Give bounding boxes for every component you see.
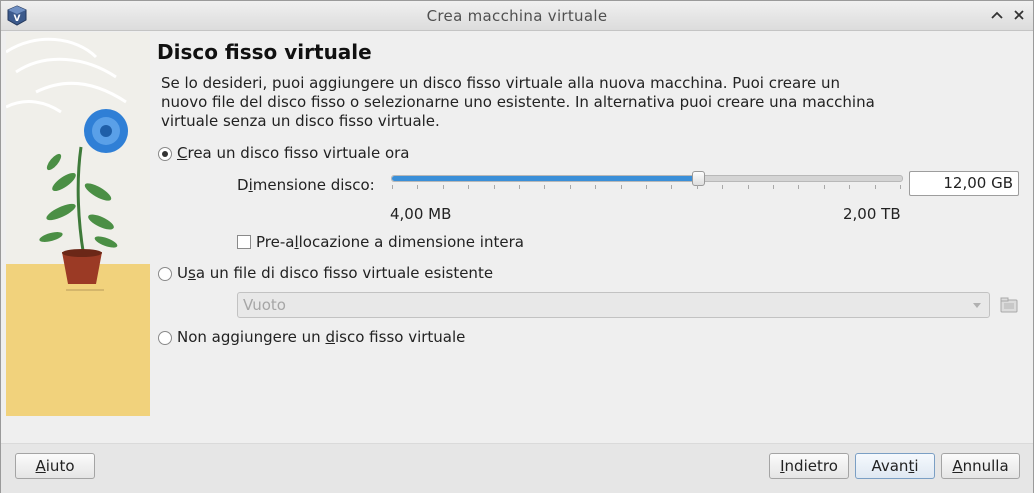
slider-tick — [874, 185, 876, 189]
slider-fill — [392, 176, 698, 181]
slider-tick — [696, 185, 698, 189]
window-title: Crea macchina virtuale — [426, 7, 608, 25]
slider-tick — [620, 185, 622, 189]
preallocate-checkbox[interactable] — [237, 235, 251, 249]
mnemonic-char: A — [35, 457, 46, 475]
dialog-window: V Crea macchina virtuale Disco fisso vir… — [0, 0, 1034, 493]
mnemonic-char: s — [187, 264, 196, 282]
slider-tick — [773, 185, 774, 189]
slider-tick — [646, 185, 647, 189]
label-text: isco fisso virtuale — [335, 328, 466, 346]
title-bar[interactable]: V Crea macchina virtuale — [1, 1, 1033, 31]
collapse-button[interactable] — [989, 7, 1005, 23]
chevron-down-icon — [973, 303, 981, 308]
slider-max-label: 2,00 TB — [843, 205, 901, 223]
slider-tick — [569, 185, 571, 189]
page-title: Disco fisso virtuale — [157, 40, 372, 64]
flower-pot-illustration — [6, 32, 150, 416]
create-disk-label[interactable]: Crea un disco fisso virtuale ora — [177, 144, 410, 162]
slider-tick — [468, 185, 470, 189]
slider-tick — [442, 185, 444, 189]
disk-size-slider[interactable] — [391, 171, 903, 186]
mnemonic-char: d — [325, 328, 335, 346]
preallocate-label[interactable]: Pre-allocazione a dimensione intera — [256, 233, 524, 251]
slider-tick — [798, 185, 800, 189]
label-text: D — [237, 176, 249, 194]
use-existing-label[interactable]: Usa un file di disco fisso virtuale esis… — [177, 264, 493, 282]
cancel-button[interactable]: Annulla — [941, 453, 1020, 479]
slider-tick — [544, 185, 546, 189]
slider-min-label: 4,00 MB — [390, 205, 452, 223]
page-description: Se lo desideri, puoi aggiungere un disco… — [161, 74, 875, 130]
chevron-up-icon — [991, 11, 1003, 19]
label-text: ndietro — [784, 457, 838, 475]
slider-tick — [493, 185, 495, 189]
select-value: Vuoto — [243, 296, 286, 314]
slider-tick — [392, 185, 393, 189]
label-text: locazione a dimensione intera — [298, 233, 524, 251]
no-disk-label[interactable]: Non aggiungere un disco fisso virtuale — [177, 328, 465, 346]
back-button[interactable]: Indietro — [769, 453, 849, 479]
label-text: Avan — [871, 457, 909, 475]
label-text: n — [962, 457, 973, 475]
slider-tick — [519, 185, 520, 189]
wizard-page: Disco fisso virtuale Se lo desideri, puo… — [1, 31, 1033, 442]
slider-tick — [417, 185, 419, 189]
label-text: rea un disco fisso virtuale ora — [187, 144, 410, 162]
help-button[interactable]: Aiuto — [15, 453, 95, 479]
slider-handle[interactable] — [692, 171, 705, 186]
label-text: U — [177, 264, 188, 282]
slider-tick — [900, 185, 901, 189]
wizard-illustration — [6, 32, 150, 416]
existing-disk-select[interactable]: Vuoto — [237, 292, 990, 318]
close-icon — [1014, 10, 1024, 20]
label-text: Non aggiungere un — [177, 328, 326, 346]
slider-tick — [671, 185, 673, 189]
slider-tick — [595, 185, 597, 189]
label-text: mensione disco: — [252, 176, 375, 194]
choose-disk-file-icon[interactable] — [999, 295, 1019, 315]
use-existing-radio[interactable] — [158, 267, 172, 281]
disk-size-label: Dimensione disco: — [237, 176, 375, 194]
disk-size-input[interactable]: 12,00 GB — [909, 171, 1019, 196]
no-disk-radio[interactable] — [158, 331, 172, 345]
mnemonic-char: A — [952, 457, 963, 475]
label-text: iuto — [45, 457, 75, 475]
slider-tick — [849, 185, 851, 189]
close-button[interactable] — [1011, 7, 1027, 23]
create-disk-radio[interactable] — [158, 147, 172, 161]
slider-tick — [747, 185, 749, 189]
label-text: nulla — [972, 457, 1009, 475]
button-bar: Aiuto Indietro Avanti Annulla — [1, 443, 1033, 493]
label-text: Pre-a — [256, 233, 295, 251]
slider-tick — [722, 185, 724, 189]
mnemonic-char: C — [177, 144, 188, 162]
slider-tick — [823, 185, 825, 189]
next-button[interactable]: Avanti — [855, 453, 935, 479]
label-text: i — [914, 457, 919, 475]
label-text: a un file di disco fisso virtuale esiste… — [195, 264, 494, 282]
